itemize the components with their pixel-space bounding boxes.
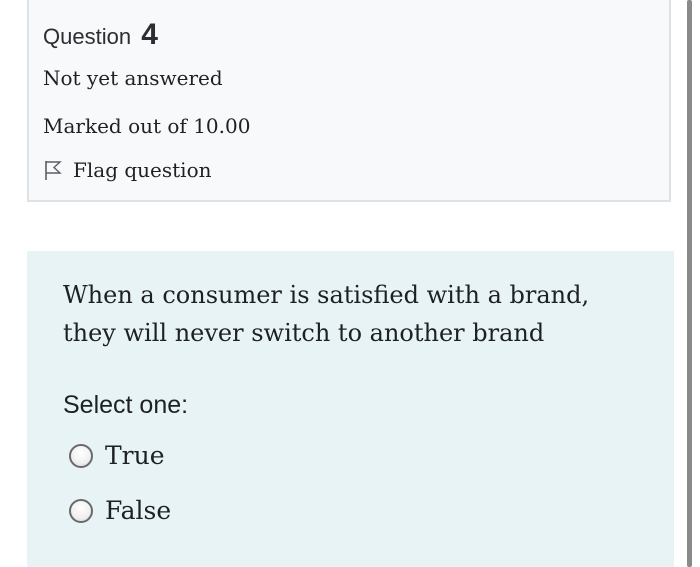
page-scrollbar[interactable] [687, 0, 692, 567]
flag-question-link[interactable]: Flag question [43, 158, 212, 182]
question-text: When a consumer is satisfied with a bran… [63, 276, 643, 352]
option-label-true: True [105, 441, 165, 470]
question-text-line-1: When a consumer is satisfied with a bran… [63, 281, 590, 309]
radio-button-false[interactable] [69, 498, 93, 523]
question-text-line-2: they will never switch to another brand [63, 319, 545, 347]
question-heading: Question 4 [43, 18, 158, 52]
flag-outline-icon [43, 159, 63, 181]
radio-button-true[interactable] [69, 443, 93, 468]
quiz-page: Question 4 Not yet answered Marked out o… [0, 0, 700, 567]
question-number: 4 [141, 18, 158, 51]
marks-info: Marked out of 10.00 [43, 114, 251, 138]
select-one-prompt: Select one: [63, 391, 189, 419]
question-info-panel: Question 4 Not yet answered Marked out o… [27, 0, 671, 202]
option-label-false: False [105, 496, 172, 525]
flag-question-label: Flag question [73, 158, 212, 182]
question-content-panel: When a consumer is satisfied with a bran… [27, 251, 674, 567]
answer-status: Not yet answered [43, 66, 223, 90]
question-label: Question [43, 24, 132, 49]
option-true[interactable]: True [69, 441, 165, 470]
option-false[interactable]: False [69, 496, 171, 525]
